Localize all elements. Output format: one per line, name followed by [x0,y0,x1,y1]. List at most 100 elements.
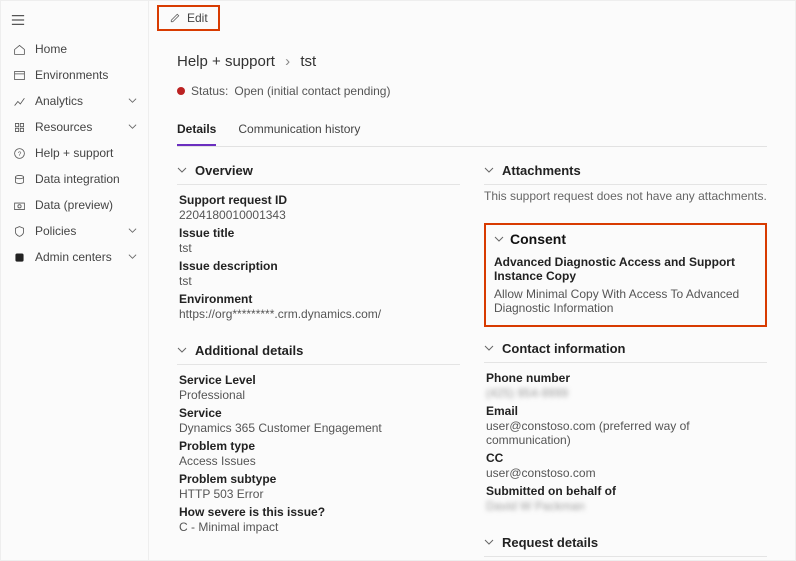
tab-communication-history[interactable]: Communication history [238,116,360,146]
chevron-down-icon [128,224,138,238]
main-panel: Edit Help + support › tst Status: Open (… [149,1,795,560]
issue-title-label: Issue title [179,226,460,240]
right-column: Attachments This support request does no… [484,159,767,560]
support-id-value: 2204180010001343 [179,208,460,222]
contact-header[interactable]: Contact information [484,337,767,363]
request-title: Request details [502,535,598,550]
admin-centers-icon [11,251,27,264]
consent-subtitle: Advanced Diagnostic Access and Support I… [494,255,757,283]
severity-value: C - Minimal impact [179,520,460,534]
hamburger-icon [11,13,25,27]
sidebar-item-data-integration[interactable]: Data integration [1,166,148,192]
submitted-label: Submitted on behalf of [486,484,767,498]
sidebar-item-environments[interactable]: Environments [1,62,148,88]
service-level-value: Professional [179,388,460,402]
data-preview-icon [11,199,27,212]
sidebar-item-analytics[interactable]: Analytics [1,88,148,114]
additional-body: Service Level Professional Service Dynam… [177,365,460,542]
overview-section: Overview Support request ID 220418001000… [177,159,460,329]
tab-details[interactable]: Details [177,116,216,146]
overview-title: Overview [195,163,253,178]
sidebar-item-help-support[interactable]: ? Help + support [1,140,148,166]
chevron-down-icon [128,94,138,108]
overview-body: Support request ID 2204180010001343 Issu… [177,185,460,329]
problem-type-value: Access Issues [179,454,460,468]
edit-button[interactable]: Edit [157,5,220,31]
sidebar-item-policies[interactable]: Policies [1,218,148,244]
submitted-value: David W Packman [486,499,767,513]
attachments-section: Attachments This support request does no… [484,159,767,213]
email-label: Email [486,404,767,418]
issue-description-value: tst [179,274,460,288]
chevron-down-icon [177,163,189,178]
sidebar-item-resources[interactable]: Resources [1,114,148,140]
problem-subtype-label: Problem subtype [179,472,460,486]
sidebar-item-label: Data (preview) [35,198,138,212]
attachments-header[interactable]: Attachments [484,159,767,185]
attachments-title: Attachments [502,163,581,178]
toolbar: Edit [149,1,795,35]
consent-text: Allow Minimal Copy With Access To Advanc… [494,287,757,315]
chevron-down-icon [494,231,504,247]
problem-subtype-value: HTTP 503 Error [179,487,460,501]
overview-header[interactable]: Overview [177,159,460,185]
consent-section: Consent Advanced Diagnostic Access and S… [484,223,767,327]
issue-title-value: tst [179,241,460,255]
chevron-down-icon [128,120,138,134]
contact-title: Contact information [502,341,626,356]
sidebar-item-label: Analytics [35,94,128,108]
phone-label: Phone number [486,371,767,385]
pencil-icon [169,12,181,24]
environment-label: Environment [179,292,460,306]
additional-header[interactable]: Additional details [177,339,460,365]
sidebar-item-admin-centers[interactable]: Admin centers [1,244,148,270]
app-root: Home Environments Analytics Resources ? … [0,0,796,561]
email-value: user@constoso.com (preferred way of comm… [486,419,767,447]
severity-label: How severe is this issue? [179,505,460,519]
left-column: Overview Support request ID 220418001000… [177,159,460,560]
breadcrumb-root[interactable]: Help + support [177,53,275,70]
request-header[interactable]: Request details [484,531,767,557]
hamburger-button[interactable] [1,7,148,36]
resources-icon [11,121,27,134]
status-row: Status: Open (initial contact pending) [177,84,767,98]
sidebar-item-label: Environments [35,68,138,82]
additional-title: Additional details [195,343,303,358]
policies-icon [11,225,27,238]
status-label: Status: [191,84,228,98]
chevron-down-icon [177,343,189,358]
sidebar-item-label: Policies [35,224,128,238]
additional-details-section: Additional details Service Level Profess… [177,339,460,542]
edit-button-label: Edit [187,11,208,25]
attachments-empty-text: This support request does not have any a… [484,189,767,203]
contact-body: Phone number (425) 954-9999 Email user@c… [484,363,767,521]
service-level-label: Service Level [179,373,460,387]
issue-description-label: Issue description [179,259,460,273]
request-details-section: Request details Created 04/18/2022 10:03… [484,531,767,560]
data-integration-icon [11,173,27,186]
chevron-down-icon [128,250,138,264]
sidebar-item-label: Admin centers [35,250,128,264]
consent-header[interactable]: Consent [494,231,757,247]
request-body: Created 04/18/2022 10:03 AM PDT Created … [484,557,767,560]
support-id-label: Support request ID [179,193,460,207]
service-value: Dynamics 365 Customer Engagement [179,421,460,435]
help-icon: ? [11,147,27,160]
status-value: Open (initial contact pending) [234,84,390,98]
environments-icon [11,69,27,82]
tabs: Details Communication history [177,116,767,147]
sidebar-item-data-preview[interactable]: Data (preview) [1,192,148,218]
svg-text:?: ? [17,150,21,157]
sidebar-item-label: Home [35,42,138,56]
columns: Overview Support request ID 220418001000… [177,159,767,560]
sidebar: Home Environments Analytics Resources ? … [1,1,149,560]
breadcrumb: Help + support › tst [177,53,767,70]
chevron-down-icon [484,163,496,178]
sidebar-item-home[interactable]: Home [1,36,148,62]
content: Help + support › tst Status: Open (initi… [149,35,795,560]
cc-value: user@constoso.com [486,466,767,480]
sidebar-item-label: Help + support [35,146,138,160]
breadcrumb-current: tst [300,53,316,70]
chevron-down-icon [484,341,496,356]
environment-value: https://org*********.crm.dynamics.com/ [179,307,460,321]
